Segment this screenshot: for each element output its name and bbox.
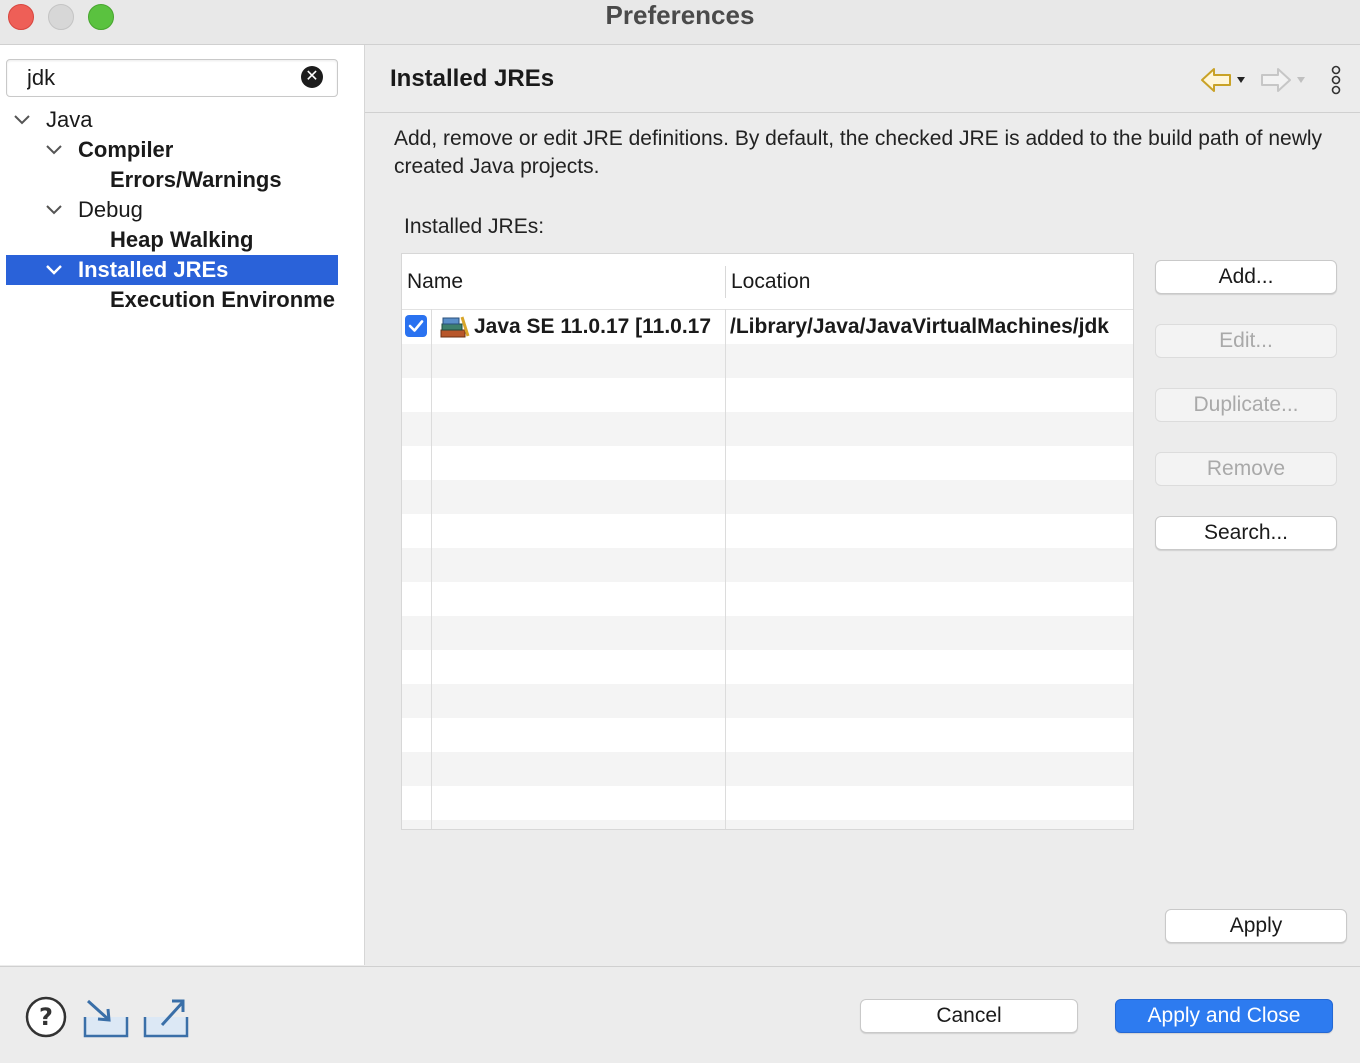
table-row [402, 752, 1133, 786]
apply-button[interactable]: Apply [1165, 909, 1347, 943]
tree-item-label: Compiler [78, 137, 174, 162]
table-row [402, 718, 1133, 752]
tree-item-heap-walking[interactable]: Heap Walking [6, 225, 338, 255]
jre-location-cell: /Library/Java/JavaVirtualMachines/jdk [730, 315, 1109, 338]
tree-item-label: Debug [78, 197, 143, 222]
tree-item-label: Heap Walking [110, 227, 254, 252]
table-row [402, 684, 1133, 718]
export-icon[interactable] [142, 997, 190, 1044]
page-title: Installed JREs [390, 65, 555, 92]
add-button[interactable]: Add... [1155, 260, 1337, 294]
duplicate-button[interactable]: Duplicate... [1155, 388, 1337, 422]
table-row [402, 786, 1133, 820]
table-row [402, 650, 1133, 684]
preference-page: Installed JREs Add, remove or edit JRE d… [365, 45, 1360, 965]
window-titlebar: Preferences [0, 0, 1360, 45]
table-row [402, 548, 1133, 582]
search-button[interactable]: Search... [1155, 516, 1337, 550]
chevron-down-icon[interactable] [44, 195, 64, 225]
remove-button[interactable]: Remove [1155, 452, 1337, 486]
column-divider [725, 309, 726, 829]
tree-item-installed-jres[interactable]: Installed JREs [6, 255, 338, 285]
edit-button[interactable]: Edit... [1155, 324, 1337, 358]
table-row [402, 582, 1133, 616]
table-row [402, 820, 1133, 829]
window-title: Preferences [605, 0, 755, 30]
column-divider[interactable] [725, 266, 726, 298]
tree-item-errors-warnings[interactable]: Errors/Warnings [6, 165, 338, 195]
page-header: Installed JREs [365, 45, 1360, 113]
installed-jres-label: Installed JREs: [404, 215, 545, 238]
page-description: Add, remove or edit JRE definitions. By … [394, 127, 1323, 178]
table-row [402, 446, 1133, 480]
help-icon[interactable]: ? [24, 995, 68, 1044]
table-row [402, 514, 1133, 548]
apply-and-close-button[interactable]: Apply and Close [1115, 999, 1333, 1033]
tree-item-label: Errors/Warnings [110, 167, 282, 192]
forward-arrow-icon[interactable] [1260, 67, 1308, 98]
cancel-button[interactable]: Cancel [860, 999, 1078, 1033]
table-row [402, 480, 1133, 514]
back-arrow-icon[interactable] [1200, 67, 1248, 98]
chevron-down-icon[interactable] [44, 255, 64, 285]
preferences-sidebar: ✕ Java Compiler Errors/Warnings Debug He… [0, 45, 365, 965]
table-row [402, 616, 1133, 650]
column-header-location[interactable]: Location [731, 270, 810, 294]
filter-box: ✕ [6, 59, 338, 97]
dialog-button-bar: ? Cancel Apply and Close [0, 966, 1360, 1063]
column-divider [431, 309, 432, 829]
tree-item-java[interactable]: Java [6, 105, 338, 135]
table-header: Name Location [402, 254, 1133, 310]
chevron-down-icon[interactable] [12, 105, 32, 135]
table-row [402, 412, 1133, 446]
clear-search-icon[interactable]: ✕ [301, 66, 323, 88]
chevron-down-icon[interactable] [44, 135, 64, 165]
column-header-name[interactable]: Name [407, 270, 463, 294]
tree-item-execution-environments[interactable]: Execution Environme [6, 285, 338, 315]
filter-input[interactable] [25, 62, 299, 94]
table-row [402, 344, 1133, 378]
jre-default-checkbox[interactable] [405, 315, 427, 337]
tree-item-debug[interactable]: Debug [6, 195, 338, 225]
table-row[interactable]: Java SE 11.0.17 [11.0.17 /Library/Java/J… [402, 310, 1133, 344]
tree-item-compiler[interactable]: Compiler [6, 135, 338, 165]
table-row [402, 378, 1133, 412]
tree-item-label: Execution Environme [110, 287, 335, 312]
import-icon[interactable] [82, 997, 130, 1044]
view-menu-icon[interactable] [1329, 65, 1343, 100]
jre-name-cell: Java SE 11.0.17 [11.0.17 [474, 315, 712, 338]
tree-item-label: Java [46, 107, 93, 132]
installed-jres-table[interactable]: Name Location Java SE 11.0.17 [11.0.17 /… [401, 253, 1134, 830]
tree-item-label: Installed JREs [78, 257, 229, 282]
svg-text:?: ? [39, 1003, 53, 1031]
jre-library-icon [440, 315, 470, 344]
